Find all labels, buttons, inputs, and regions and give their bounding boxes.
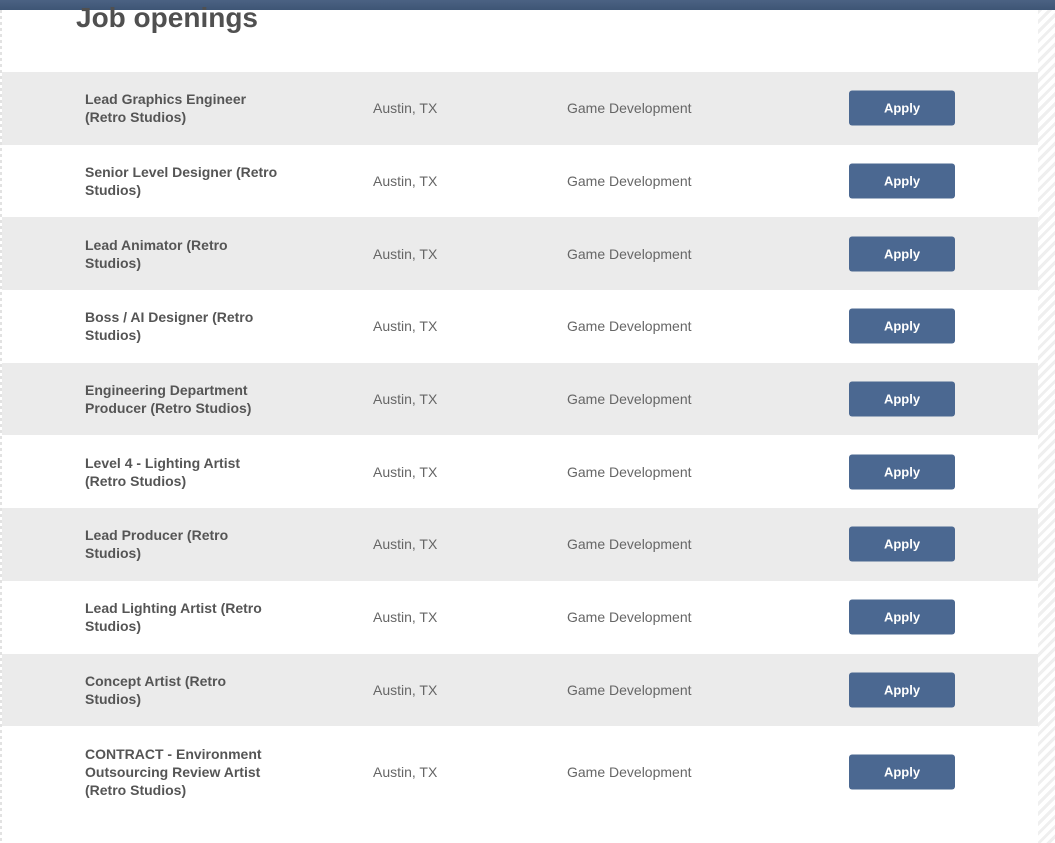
apply-button[interactable]: Apply bbox=[849, 381, 955, 417]
job-location: Austin, TX bbox=[373, 173, 438, 190]
apply-button[interactable]: Apply bbox=[849, 236, 955, 272]
job-location: Austin, TX bbox=[373, 681, 438, 698]
job-row: Concept Artist (Retro Studios) Austin, T… bbox=[2, 653, 1038, 727]
job-department: Game Development bbox=[567, 463, 692, 480]
job-row: Level 4 - Lighting Artist (Retro Studios… bbox=[2, 435, 1038, 509]
apply-button[interactable]: Apply bbox=[849, 90, 955, 126]
job-title[interactable]: CONTRACT - Environment Outsourcing Revie… bbox=[85, 745, 285, 799]
job-department: Game Development bbox=[567, 173, 692, 190]
job-department: Game Development bbox=[567, 100, 692, 117]
job-location: Austin, TX bbox=[373, 536, 438, 553]
job-row: Boss / AI Designer (Retro Studios) Austi… bbox=[2, 290, 1038, 363]
job-department: Game Development bbox=[567, 318, 692, 335]
job-title[interactable]: Lead Lighting Artist (Retro Studios) bbox=[85, 599, 285, 635]
job-row: Engineering Department Producer (Retro S… bbox=[2, 362, 1038, 436]
job-title[interactable]: Lead Producer (Retro Studios) bbox=[85, 526, 285, 562]
job-title[interactable]: Lead Animator (Retro Studios) bbox=[85, 236, 285, 272]
job-department: Game Development bbox=[567, 681, 692, 698]
apply-button[interactable]: Apply bbox=[849, 599, 955, 635]
job-location: Austin, TX bbox=[373, 100, 438, 117]
job-title[interactable]: Engineering Department Producer (Retro S… bbox=[85, 381, 285, 417]
apply-button[interactable]: Apply bbox=[849, 163, 955, 199]
apply-button[interactable]: Apply bbox=[849, 754, 955, 790]
apply-button[interactable]: Apply bbox=[849, 454, 955, 490]
apply-button[interactable]: Apply bbox=[849, 308, 955, 344]
job-department: Game Development bbox=[567, 536, 692, 553]
page-title: Job openings bbox=[76, 2, 258, 33]
job-department: Game Development bbox=[567, 391, 692, 408]
job-row: Lead Graphics Engineer (Retro Studios) A… bbox=[2, 72, 1038, 145]
job-department: Game Development bbox=[567, 763, 692, 780]
job-list: Lead Graphics Engineer (Retro Studios) A… bbox=[2, 72, 1038, 818]
job-location: Austin, TX bbox=[373, 391, 438, 408]
job-department: Game Development bbox=[567, 245, 692, 262]
job-title[interactable]: Lead Graphics Engineer (Retro Studios) bbox=[85, 90, 285, 126]
job-row: Lead Lighting Artist (Retro Studios) Aus… bbox=[2, 580, 1038, 654]
job-row: Lead Producer (Retro Studios) Austin, TX… bbox=[2, 508, 1038, 581]
job-location: Austin, TX bbox=[373, 318, 438, 335]
job-title[interactable]: Level 4 - Lighting Artist (Retro Studios… bbox=[85, 454, 285, 490]
job-row: Lead Animator (Retro Studios) Austin, TX… bbox=[2, 217, 1038, 291]
job-department: Game Development bbox=[567, 609, 692, 626]
job-location: Austin, TX bbox=[373, 463, 438, 480]
apply-button[interactable]: Apply bbox=[849, 526, 955, 562]
right-decorative-stripe bbox=[1038, 10, 1055, 843]
job-location: Austin, TX bbox=[373, 609, 438, 626]
apply-button[interactable]: Apply bbox=[849, 672, 955, 708]
job-row: CONTRACT - Environment Outsourcing Revie… bbox=[2, 726, 1038, 818]
job-title[interactable]: Concept Artist (Retro Studios) bbox=[85, 672, 285, 708]
job-title[interactable]: Senior Level Designer (Retro Studios) bbox=[85, 163, 285, 199]
job-row: Senior Level Designer (Retro Studios) Au… bbox=[2, 144, 1038, 218]
job-location: Austin, TX bbox=[373, 763, 438, 780]
job-location: Austin, TX bbox=[373, 245, 438, 262]
job-title[interactable]: Boss / AI Designer (Retro Studios) bbox=[85, 308, 285, 344]
